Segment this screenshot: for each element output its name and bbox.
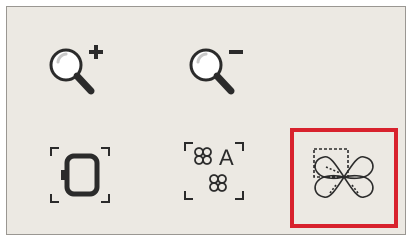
select-all-designs-icon: A	[184, 142, 244, 200]
hoop-frame-icon	[50, 147, 110, 203]
select-all-button[interactable]: A	[169, 131, 259, 211]
select-by-area-button[interactable]	[290, 128, 398, 228]
zoom-in-button[interactable]	[35, 29, 125, 109]
zoom-in-icon	[49, 45, 103, 95]
design-letter-a: A	[219, 145, 234, 170]
tool-panel: A	[6, 6, 406, 235]
zoom-out-icon	[189, 48, 243, 95]
area-select-design-icon	[313, 148, 374, 199]
fit-to-hoop-button[interactable]	[35, 135, 125, 215]
zoom-out-button[interactable]	[175, 29, 265, 109]
